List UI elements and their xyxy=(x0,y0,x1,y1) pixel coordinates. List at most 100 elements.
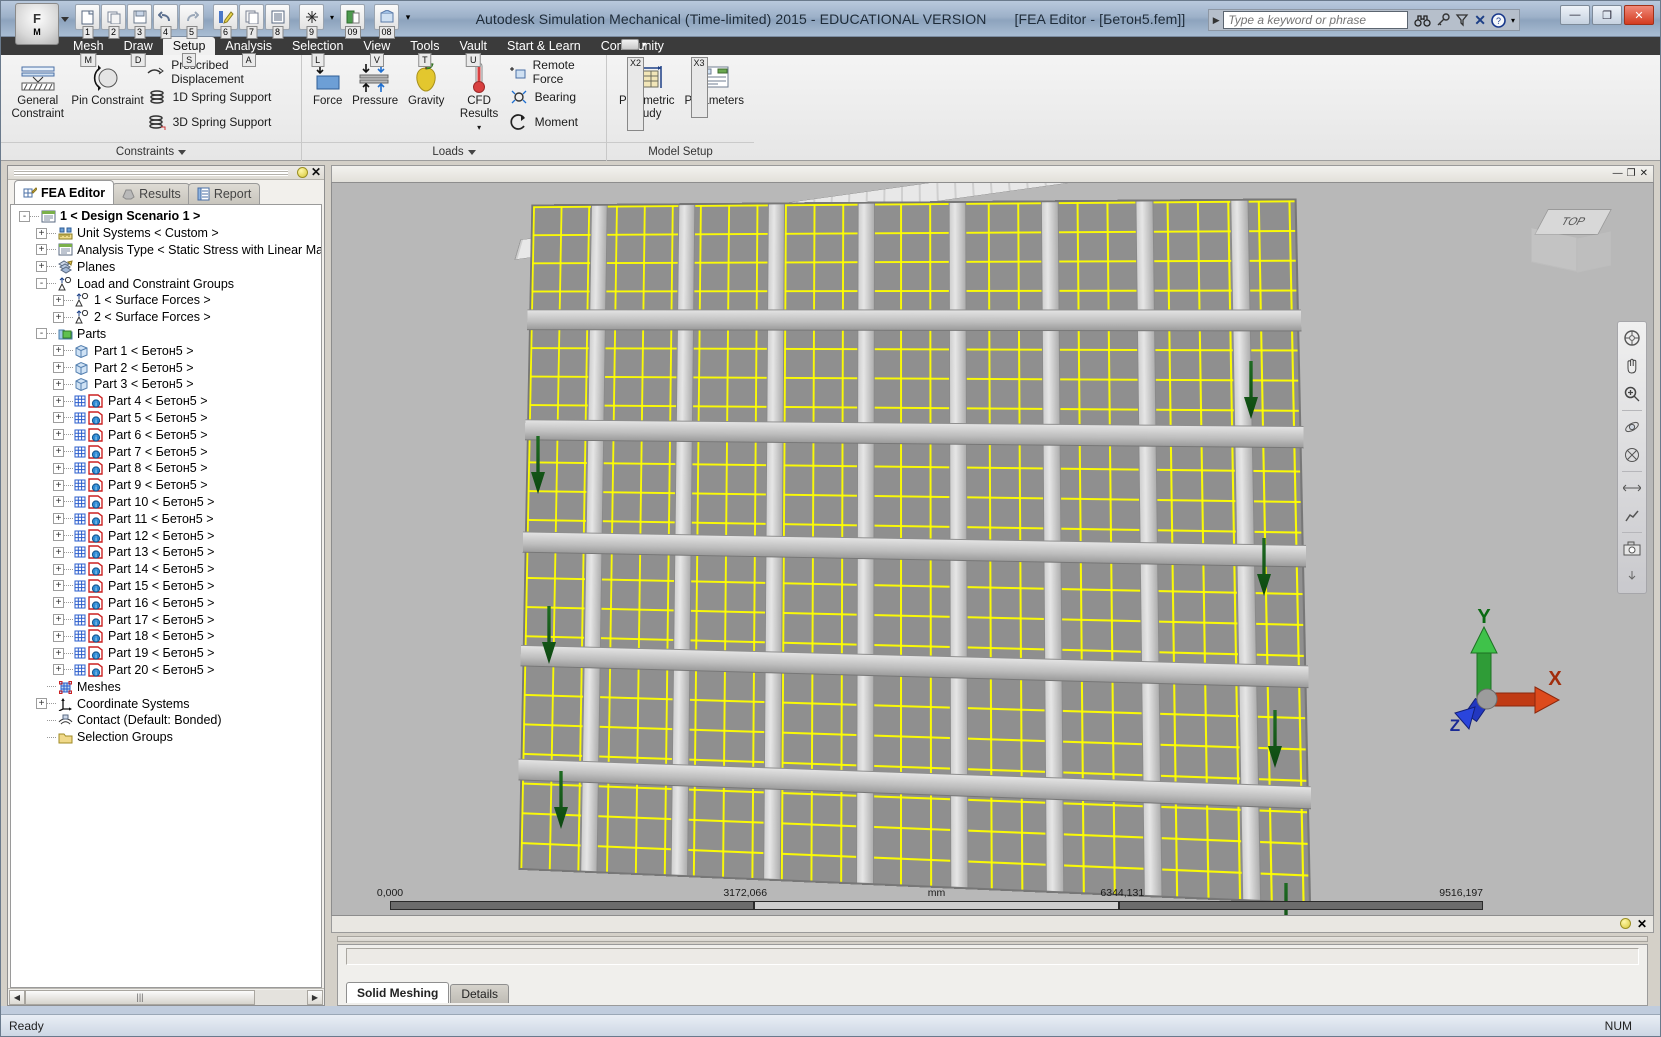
tree-expand-icon[interactable]: + xyxy=(53,564,64,575)
tree-item-12[interactable]: + i Part 5 < Бетон5 > xyxy=(11,410,321,427)
general-constraint-button[interactable]: General Constraint xyxy=(7,59,68,121)
tab-vault[interactable]: Vault U xyxy=(449,37,497,55)
tree-scroll-left-icon[interactable]: ◀ xyxy=(9,990,25,1005)
tree-item-14[interactable]: + i Part 7 < Бетон5 > xyxy=(11,443,321,460)
tree-item-29[interactable]: + Coordinate Systems xyxy=(11,695,321,712)
tree-item-23[interactable]: + i Part 16 < Бетон5 > xyxy=(11,594,321,611)
model-viewport[interactable]: TOP Y X Z 0,000 3172,066 mm 6344,131 951… xyxy=(331,182,1654,916)
qat-undo[interactable]: 4 xyxy=(153,4,178,30)
tree-item-7[interactable]: - Parts xyxy=(11,326,321,343)
camera-icon[interactable] xyxy=(1620,537,1644,561)
viewport-close-icon[interactable]: ✕ xyxy=(1640,169,1648,179)
bearing-button[interactable]: Bearing xyxy=(509,86,600,108)
tree-expand-icon[interactable]: + xyxy=(53,547,64,558)
tree-expand-icon[interactable]: + xyxy=(53,312,64,323)
qat-overflow-icon[interactable]: ▾ xyxy=(400,4,416,30)
tree-item-27[interactable]: + i Part 20 < Бетон5 > xyxy=(11,662,321,679)
tree-item-16[interactable]: + i Part 9 < Бетон5 > xyxy=(11,477,321,494)
exchange-icon[interactable]: ✕ xyxy=(1474,12,1486,29)
walk-icon[interactable] xyxy=(1620,504,1644,528)
tree-item-18[interactable]: + i Part 11 < Бетон5 > xyxy=(11,510,321,527)
output-text-area[interactable] xyxy=(346,948,1639,965)
prescribed-displacement-button[interactable]: Prescribed Displacement xyxy=(147,61,295,83)
binoculars-icon[interactable] xyxy=(1414,14,1431,27)
application-menu-caret-icon[interactable] xyxy=(61,17,69,22)
qat-edit-color[interactable]: 6 xyxy=(213,4,238,30)
tree-item-25[interactable]: + i Part 18 < Бетон5 > xyxy=(11,628,321,645)
viewport-minimize-icon[interactable]: — xyxy=(1613,169,1623,179)
restore-button[interactable]: ❐ xyxy=(1592,5,1622,25)
tab-tools[interactable]: Tools T xyxy=(400,37,449,55)
parametric-study-button[interactable]: X2 Parametric Study xyxy=(613,59,681,121)
viewport-bottom-bar[interactable]: ✕ xyxy=(331,916,1654,933)
tree-panel-pin-icon[interactable] xyxy=(297,167,308,178)
tree-expand-icon[interactable]: + xyxy=(53,429,64,440)
look-icon[interactable] xyxy=(1620,443,1644,467)
help-dropdown-icon[interactable]: ▾ xyxy=(1511,16,1515,25)
tree-item-4[interactable]: - Load and Constraint Groups xyxy=(11,275,321,292)
remote-force-button[interactable]: Remote Force xyxy=(509,61,600,83)
fea-model-3d[interactable] xyxy=(332,183,1653,915)
tab-report[interactable]: Report xyxy=(188,183,261,204)
tab-draw[interactable]: Draw D xyxy=(114,37,163,55)
tree-expand-icon[interactable]: + xyxy=(36,698,47,709)
viewport-bottom-close-icon[interactable]: ✕ xyxy=(1637,917,1647,931)
zoom-icon[interactable] xyxy=(1620,382,1644,406)
pin-toolbar-icon[interactable] xyxy=(1620,565,1644,589)
tree-expand-icon[interactable]: + xyxy=(53,379,64,390)
tree-expand-icon[interactable]: + xyxy=(53,412,64,423)
fit-icon[interactable] xyxy=(1620,476,1644,500)
qat-model-view[interactable]: 08 xyxy=(374,4,399,30)
constraints-group-title[interactable]: Constraints xyxy=(1,142,301,161)
tree-item-20[interactable]: + i Part 13 < Бетон5 > xyxy=(11,544,321,561)
cfd-results-button[interactable]: CFD Results ▾ xyxy=(450,59,509,134)
tree-expand-icon[interactable]: + xyxy=(53,648,64,659)
output-pane-splitter[interactable] xyxy=(337,936,1648,942)
tree-panel-close-icon[interactable]: ✕ xyxy=(311,167,321,178)
tree-horizontal-scrollbar[interactable]: ◀ ||| ▶ xyxy=(8,988,324,1005)
minimize-button[interactable]: — xyxy=(1560,5,1590,25)
tree-panel-drag-handle[interactable] xyxy=(14,170,288,176)
tree-item-11[interactable]: + i Part 4 < Бетон5 > xyxy=(11,393,321,410)
tree-scroll-thumb[interactable]: ||| xyxy=(25,990,255,1005)
tab-mesh[interactable]: Mesh M xyxy=(63,37,114,55)
tree-expand-icon[interactable]: + xyxy=(53,580,64,591)
tree-collapse-icon[interactable]: - xyxy=(36,328,47,339)
tab-selection[interactable]: Selection L xyxy=(282,37,353,55)
constraints-dialog-launcher-icon[interactable] xyxy=(178,150,186,155)
loads-dialog-launcher-icon[interactable] xyxy=(468,150,476,155)
tree-expand-icon[interactable]: + xyxy=(53,664,64,675)
tree-item-21[interactable]: + i Part 14 < Бетон5 > xyxy=(11,561,321,578)
tree-item-10[interactable]: + Part 3 < Бетон5 > xyxy=(11,376,321,393)
tree-item-9[interactable]: + Part 2 < Бетон5 > xyxy=(11,359,321,376)
moment-button[interactable]: Moment xyxy=(509,111,600,133)
help-icon[interactable]: ? xyxy=(1491,13,1506,28)
qat-mesh-dropdown-icon[interactable]: ▾ xyxy=(325,4,339,30)
tree-item-19[interactable]: + i Part 12 < Бетон5 > xyxy=(11,527,321,544)
tree-expand-icon[interactable]: + xyxy=(53,463,64,474)
tree-item-24[interactable]: + i Part 17 < Бетон5 > xyxy=(11,611,321,628)
steering-wheel-icon[interactable] xyxy=(1620,326,1644,350)
view-cube-side-face[interactable] xyxy=(1577,231,1611,272)
tree-expand-icon[interactable]: + xyxy=(53,362,64,373)
tree-item-2[interactable]: + Analysis Type < Static Stress with Line… xyxy=(11,242,321,259)
tree-expand-icon[interactable]: + xyxy=(53,614,64,625)
tree-collapse-icon[interactable]: - xyxy=(19,211,30,222)
tab-results[interactable]: Results xyxy=(112,183,190,204)
tree-expand-icon[interactable]: + xyxy=(36,228,47,239)
tab-fea-editor[interactable]: FEA Editor xyxy=(14,180,114,204)
pan-hand-icon[interactable] xyxy=(1620,354,1644,378)
tree-item-31[interactable]: Selection Groups xyxy=(11,729,321,746)
orbit-icon[interactable] xyxy=(1620,415,1644,439)
qat-results-options[interactable]: 09 xyxy=(340,4,365,30)
tree-item-8[interactable]: + Part 1 < Бетон5 > xyxy=(11,342,321,359)
qat-save-document[interactable]: 3 xyxy=(127,4,152,30)
close-button[interactable]: ✕ xyxy=(1624,5,1654,25)
view-cube[interactable]: TOP xyxy=(1537,209,1613,271)
model-tree[interactable]: - 1 < Design Scenario 1 > + Unit Systems < … xyxy=(10,204,322,988)
tree-expand-icon[interactable]: + xyxy=(53,396,64,407)
tree-expand-icon[interactable]: + xyxy=(53,530,64,541)
application-menu-button[interactable]: F M xyxy=(15,3,59,45)
tree-item-3[interactable]: + Planes xyxy=(11,258,321,275)
qat-open-document[interactable]: 2 xyxy=(101,4,126,30)
